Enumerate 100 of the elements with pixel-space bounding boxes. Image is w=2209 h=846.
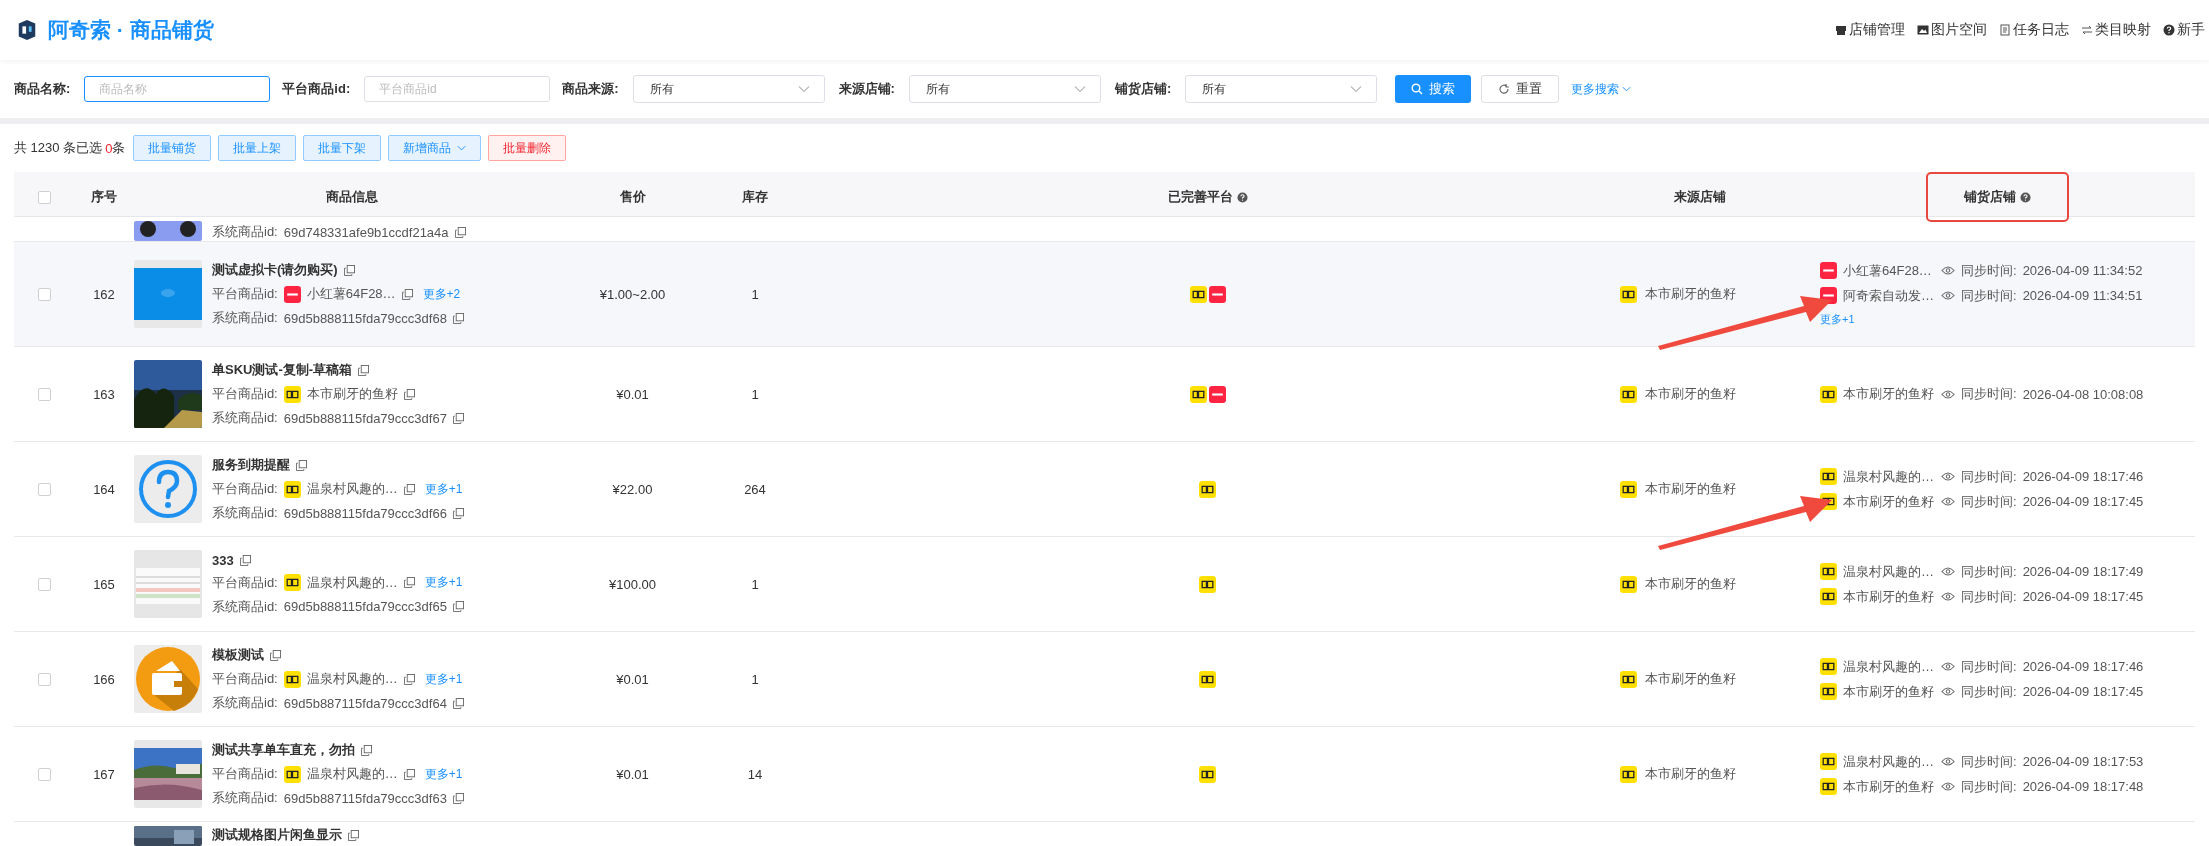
copy-icon[interactable] bbox=[452, 412, 464, 424]
select-field[interactable]: 所有 bbox=[1185, 75, 1378, 103]
shop-name: 阿奇索自动发… bbox=[1843, 286, 1935, 305]
row-checkbox[interactable] bbox=[37, 482, 51, 496]
copy-icon[interactable] bbox=[401, 288, 413, 300]
system-id: 69d5b888115fda79ccc3df67 bbox=[283, 410, 447, 426]
price: ¥100.00 bbox=[609, 576, 656, 592]
eye-icon[interactable] bbox=[1941, 472, 1955, 481]
nav-link[interactable]: 新手 bbox=[2163, 21, 2205, 39]
system-id-label: 系统商品id: bbox=[212, 409, 278, 427]
nav-link[interactable]: 图片空间 bbox=[1917, 21, 1987, 39]
eye-icon[interactable] bbox=[1941, 592, 1955, 601]
shop-name: 本市刷牙的鱼籽 bbox=[1843, 777, 1935, 796]
copy-icon[interactable] bbox=[403, 388, 415, 400]
more-link[interactable]: 更多+1 bbox=[1820, 311, 1855, 327]
copy-icon[interactable] bbox=[452, 312, 464, 324]
eye-icon[interactable] bbox=[1941, 757, 1955, 766]
stock: 1 bbox=[751, 576, 759, 592]
copy-icon[interactable] bbox=[454, 226, 466, 238]
platform-id-label: 平台商品id: bbox=[212, 385, 278, 403]
column-header: 序号 bbox=[91, 188, 117, 206]
shop-name: 温泉村风趣的… bbox=[1843, 657, 1935, 676]
eye-icon[interactable] bbox=[1941, 662, 1955, 671]
row-checkbox[interactable] bbox=[37, 672, 51, 686]
sync-time-label: 同步时间: bbox=[1961, 682, 2017, 701]
eye-icon[interactable] bbox=[1941, 782, 1955, 791]
sync-time: 2026-04-09 18:17:46 bbox=[2022, 659, 2144, 674]
stock: 264 bbox=[744, 481, 766, 497]
system-id-label: 系统商品id: bbox=[212, 223, 278, 241]
copy-icon[interactable] bbox=[403, 577, 415, 588]
row-checkbox[interactable] bbox=[37, 287, 51, 301]
select-field[interactable]: 所有 bbox=[632, 75, 825, 103]
reset-button[interactable]: 重置 bbox=[1481, 75, 1560, 103]
text-field[interactable]: 商品名称 bbox=[84, 76, 271, 102]
document-icon bbox=[1999, 24, 2011, 36]
platform-logo-icon bbox=[1820, 588, 1837, 605]
more-link[interactable]: 更多+2 bbox=[422, 285, 461, 303]
row-checkbox[interactable] bbox=[37, 577, 51, 591]
copy-icon[interactable] bbox=[239, 554, 251, 566]
batch-button[interactable]: 批量删除 bbox=[488, 135, 567, 161]
copy-icon[interactable] bbox=[403, 768, 415, 780]
stock: 14 bbox=[747, 766, 763, 782]
system-id: 69d5b887115fda79ccc3df64 bbox=[283, 695, 447, 711]
eye-icon[interactable] bbox=[1941, 687, 1955, 696]
sync-time-label: 同步时间: bbox=[1961, 385, 2017, 403]
eye-icon[interactable] bbox=[1941, 291, 1955, 300]
copy-icon[interactable] bbox=[452, 507, 464, 519]
platform-logo-icon bbox=[283, 480, 301, 498]
platform-logo-icon bbox=[1820, 778, 1837, 795]
source-shop-name: 本市刷牙的鱼籽 bbox=[1645, 285, 1736, 303]
shop-name: 本市刷牙的鱼籽 bbox=[1843, 682, 1935, 701]
select-field[interactable]: 所有 bbox=[908, 75, 1101, 103]
copy-icon[interactable] bbox=[403, 483, 415, 495]
more-link[interactable]: 更多+1 bbox=[424, 765, 463, 783]
nav-link[interactable]: 任务日志 bbox=[1999, 21, 2069, 39]
copy-icon[interactable] bbox=[296, 459, 307, 471]
copy-icon[interactable] bbox=[343, 264, 355, 276]
copy-icon[interactable] bbox=[452, 792, 464, 804]
shop-name: 温泉村风趣的… bbox=[1843, 562, 1935, 581]
batch-button[interactable]: 新增商品 bbox=[388, 135, 482, 161]
copy-icon[interactable] bbox=[452, 601, 464, 612]
copy-icon[interactable] bbox=[348, 829, 359, 841]
platform-logo-icon bbox=[1199, 765, 1216, 783]
eye-icon[interactable] bbox=[1941, 389, 1955, 399]
copy-icon[interactable] bbox=[452, 697, 464, 709]
chevron-down-icon bbox=[1350, 85, 1363, 93]
more-search-link[interactable]: 更多搜索 bbox=[1571, 80, 1632, 98]
system-id: 69d5b888115fda79ccc3df65 bbox=[283, 599, 447, 614]
system-id-label: 系统商品id: bbox=[212, 694, 278, 712]
more-link[interactable]: 更多+1 bbox=[424, 670, 463, 688]
copy-icon[interactable] bbox=[358, 364, 370, 376]
column-header: 已完善平台 bbox=[1167, 188, 1233, 206]
platform-logo-icon bbox=[1820, 658, 1837, 675]
eye-icon[interactable] bbox=[1941, 266, 1955, 275]
batch-button[interactable]: 批量上架 bbox=[218, 135, 297, 161]
stock: 1 bbox=[751, 386, 759, 402]
copy-icon[interactable] bbox=[361, 744, 372, 756]
platform-logo-icon bbox=[1620, 285, 1637, 303]
refresh-icon bbox=[1498, 83, 1511, 95]
platform-logo-icon bbox=[1820, 262, 1837, 279]
nav-link[interactable]: 类目映射 bbox=[2081, 21, 2151, 39]
nav-link[interactable]: 店铺管理 bbox=[1835, 21, 1905, 39]
platform-logo-icon bbox=[1820, 385, 1837, 403]
select-all-checkbox[interactable] bbox=[37, 190, 51, 204]
eye-icon[interactable] bbox=[1941, 567, 1955, 576]
shop-name: 本市刷牙的鱼籽 bbox=[1843, 587, 1935, 606]
copy-icon[interactable] bbox=[270, 649, 281, 661]
batch-button[interactable]: 批量下架 bbox=[303, 135, 382, 161]
more-link[interactable]: 更多+1 bbox=[424, 480, 463, 498]
chevron-down-icon bbox=[457, 145, 467, 151]
price: ¥0.01 bbox=[616, 766, 649, 782]
row-checkbox[interactable] bbox=[37, 767, 51, 781]
search-button[interactable]: 搜索 bbox=[1395, 75, 1472, 103]
more-link[interactable]: 更多+1 bbox=[424, 574, 463, 591]
copy-icon[interactable] bbox=[403, 673, 415, 685]
batch-button[interactable]: 批量铺货 bbox=[133, 135, 212, 161]
filter-label: 铺货店铺: bbox=[1114, 80, 1172, 98]
eye-icon[interactable] bbox=[1941, 497, 1955, 506]
row-checkbox[interactable] bbox=[37, 387, 51, 401]
row-number: 165 bbox=[93, 576, 115, 592]
